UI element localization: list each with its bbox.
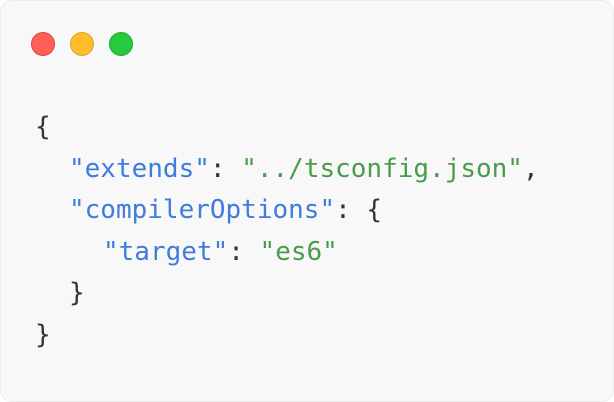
json-key-target: "target": [103, 236, 229, 267]
code-line-2: "extends": "../tsconfig.json",: [35, 149, 539, 191]
punct-colon: :: [209, 153, 242, 184]
punct-close-brace: }: [35, 319, 51, 350]
code-line-5: }: [35, 273, 539, 315]
code-block: {"extends": "../tsconfig.json", "compiler…: [35, 107, 539, 356]
close-window-button[interactable]: [31, 32, 55, 56]
maximize-window-button[interactable]: [109, 32, 133, 56]
json-value-extends: "../tsconfig.json": [241, 153, 523, 184]
punct-colon: :: [228, 236, 260, 267]
minimize-window-button[interactable]: [70, 32, 94, 56]
window-controls: [31, 32, 133, 56]
punct-colon: :: [335, 195, 367, 225]
json-key-extends: "extends": [69, 153, 210, 184]
punct-open-brace: {: [35, 112, 51, 142]
code-line-1: {: [35, 107, 539, 149]
code-line-4: "target": "es6": [35, 232, 539, 274]
json-value-target: "es6": [259, 236, 338, 267]
code-line-3: "compilerOptions": {: [35, 190, 539, 232]
punct-comma: ,: [522, 153, 539, 184]
json-key-compiler-options: "compilerOptions": [69, 195, 336, 225]
code-window: {"extends": "../tsconfig.json", "compiler…: [0, 0, 614, 402]
code-line-6: }: [35, 315, 539, 357]
punct-close-brace: }: [69, 278, 85, 308]
punct-open-brace: {: [366, 195, 383, 225]
